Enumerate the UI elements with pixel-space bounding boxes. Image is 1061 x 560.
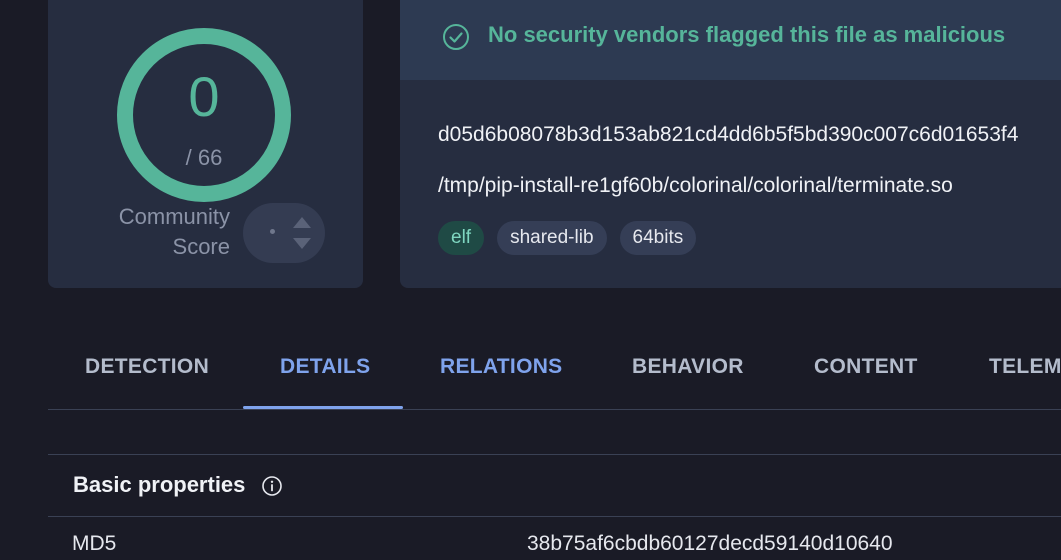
detection-score-ring: 0 / 66: [114, 25, 294, 205]
tab-detection[interactable]: DETECTION: [85, 355, 209, 379]
detection-count: 0: [188, 65, 220, 128]
detection-score-card: 0 / 66 Community Score: [48, 0, 363, 288]
info-icon[interactable]: [261, 475, 283, 497]
basic-properties-title: Basic properties: [73, 472, 246, 497]
section-divider: [48, 454, 1061, 455]
community-score-indicator: [270, 229, 275, 234]
property-key-md5: MD5: [72, 532, 117, 555]
file-tags: elf shared-lib 64bits: [438, 221, 697, 255]
engine-total: / 66: [185, 145, 223, 170]
community-score-label: Community Score: [118, 204, 230, 259]
tab-telemetry[interactable]: TELEM: [989, 355, 1061, 379]
tag-elf[interactable]: elf: [438, 221, 485, 255]
tab-behavior[interactable]: BEHAVIOR: [632, 355, 744, 379]
tag-shared-lib[interactable]: shared-lib: [497, 221, 607, 255]
file-report-page: 0 / 66 Community Score No security vendo…: [0, 0, 1061, 560]
tab-content[interactable]: CONTENT: [814, 355, 918, 379]
tabs-divider: [48, 409, 1061, 410]
report-tabs: DETECTION DETAILS RELATIONS BEHAVIOR CON…: [48, 340, 1061, 410]
downvote-arrow-icon[interactable]: [293, 238, 311, 249]
status-banner: No security vendors flagged this file as…: [400, 0, 1061, 80]
tag-64bits[interactable]: 64bits: [619, 221, 697, 255]
file-info-card: No security vendors flagged this file as…: [400, 0, 1061, 288]
section-divider: [48, 516, 1061, 517]
tab-details[interactable]: DETAILS: [280, 355, 370, 379]
file-hash[interactable]: d05d6b08078b3d153ab821cd4dd6b5f5bd390c00…: [438, 123, 1018, 147]
file-path: /tmp/pip-install-re1gf60b/colorinal/colo…: [438, 174, 953, 197]
tab-relations[interactable]: RELATIONS: [440, 355, 562, 379]
check-circle-icon: [443, 24, 469, 50]
status-message: No security vendors flagged this file as…: [488, 22, 1006, 47]
property-value-md5[interactable]: 38b75af6cbdb60127decd59140d10640: [527, 532, 893, 556]
community-vote-control: [243, 203, 325, 263]
upvote-arrow-icon[interactable]: [293, 217, 311, 228]
